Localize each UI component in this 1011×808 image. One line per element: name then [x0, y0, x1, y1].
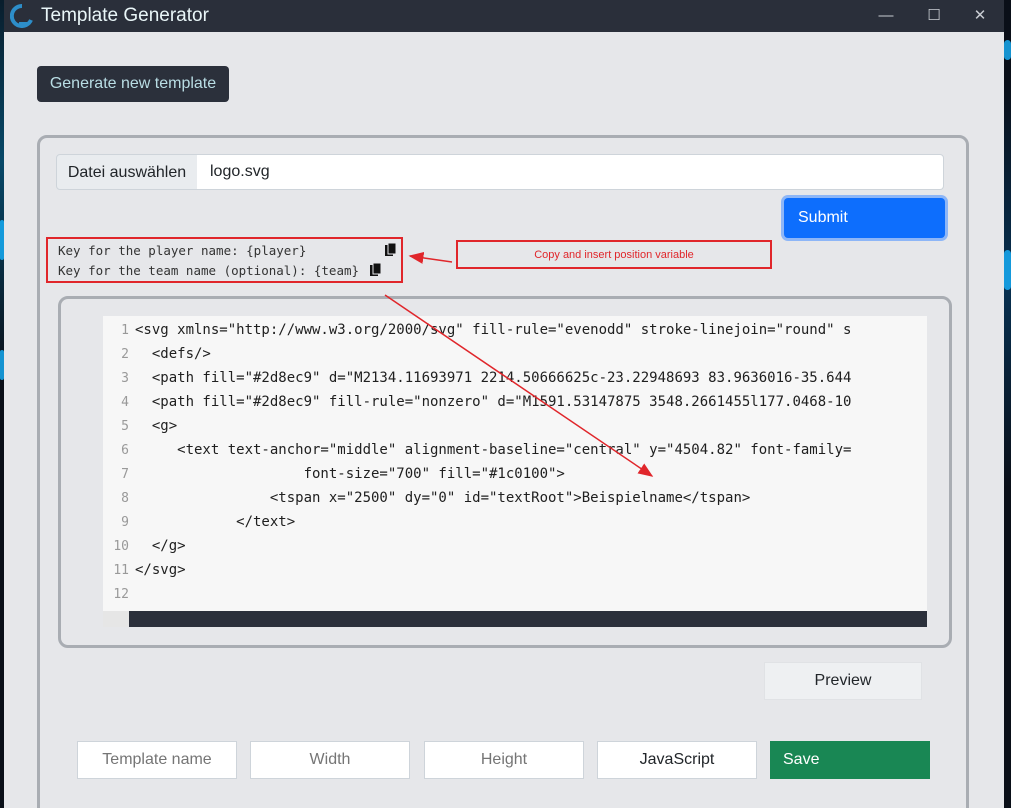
- code-line: <path fill="#2d8ec9" fill-rule="nonzero"…: [135, 394, 852, 410]
- background-glow: [1004, 250, 1011, 290]
- line-number: 4: [121, 395, 129, 410]
- line-number: 12: [113, 587, 129, 602]
- app-logo-icon: [10, 4, 33, 28]
- code-line: </g>: [135, 538, 186, 554]
- line-number: 1: [121, 323, 129, 338]
- preview-button[interactable]: Preview: [764, 662, 922, 700]
- player-key-label: Key for the player name: {player}: [58, 243, 307, 258]
- scrollbar-corner: [103, 611, 129, 627]
- submit-button[interactable]: Submit: [784, 198, 945, 238]
- generate-template-button[interactable]: Generate new template: [37, 66, 229, 102]
- close-button[interactable]: ✕: [960, 4, 1000, 28]
- minimize-button[interactable]: —: [866, 4, 906, 28]
- line-number: 3: [121, 371, 129, 386]
- line-number: 11: [113, 563, 129, 578]
- background-glow: [1004, 40, 1011, 60]
- selected-file-field[interactable]: logo.svg: [197, 154, 944, 190]
- line-number: 10: [113, 539, 129, 554]
- code-line: </text>: [135, 514, 296, 530]
- line-number: 8: [121, 491, 129, 506]
- window-title: Template Generator: [41, 5, 209, 26]
- maximize-button[interactable]: ☐: [914, 4, 954, 28]
- title-bar[interactable]: Template Generator — ☐ ✕: [4, 0, 1004, 32]
- copy-team-key-icon[interactable]: [370, 263, 381, 276]
- key-hints-box: Key for the player name: {player} Key fo…: [46, 237, 403, 283]
- line-number: 6: [121, 443, 129, 458]
- code-line: <defs/>: [135, 346, 211, 362]
- line-number: 2: [121, 347, 129, 362]
- line-number: 9: [121, 515, 129, 530]
- choose-file-button[interactable]: Datei auswählen: [56, 154, 198, 190]
- code-line: </svg>: [135, 562, 186, 578]
- line-number: 7: [121, 467, 129, 482]
- code-line: font-size="700" fill="#1c0100">: [135, 466, 565, 482]
- code-line: <g>: [135, 418, 178, 434]
- width-input[interactable]: [250, 741, 410, 779]
- horizontal-scrollbar[interactable]: [103, 611, 927, 627]
- save-button[interactable]: Save: [770, 741, 930, 779]
- app-window: Template Generator — ☐ ✕ Generate new te…: [4, 0, 1004, 808]
- code-editor[interactable]: 1 2 3 4 5 6 7 8 9 10 11 12 <svg xmlns="h…: [103, 316, 927, 627]
- javascript-button[interactable]: JavaScript: [597, 741, 757, 779]
- template-name-input[interactable]: [77, 741, 237, 779]
- team-key-label: Key for the team name (optional): {team}: [58, 263, 360, 278]
- annotation-box: Copy and insert position variable: [456, 240, 772, 269]
- code-area[interactable]: <svg xmlns="http://www.w3.org/2000/svg" …: [129, 316, 927, 611]
- code-line: <svg xmlns="http://www.w3.org/2000/svg" …: [135, 322, 852, 338]
- line-gutter: 1 2 3 4 5 6 7 8 9 10 11 12: [103, 316, 129, 611]
- code-line: <tspan x="2500" dy="0" id="textRoot">Bei…: [135, 490, 751, 506]
- copy-player-key-icon[interactable]: [385, 243, 396, 256]
- file-picker: Datei auswählen logo.svg: [56, 154, 944, 190]
- line-number: 5: [121, 419, 129, 434]
- code-line: <text text-anchor="middle" alignment-bas…: [135, 442, 852, 458]
- code-line: <path fill="#2d8ec9" d="M2134.11693971 2…: [135, 370, 852, 386]
- height-input[interactable]: [424, 741, 584, 779]
